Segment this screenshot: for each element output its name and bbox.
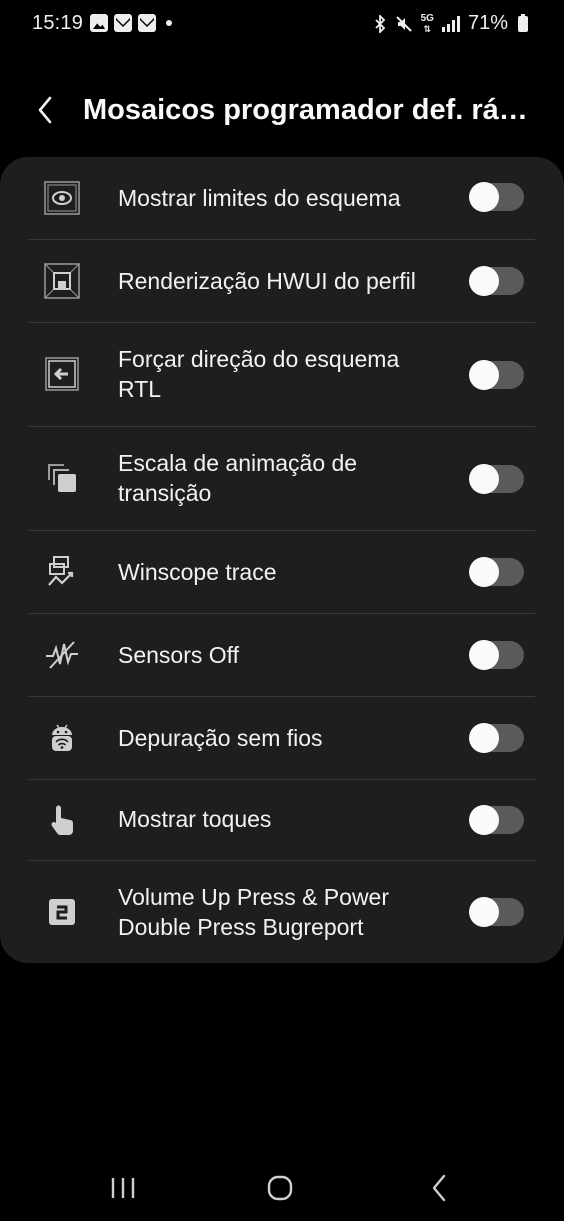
toggle-knob <box>469 266 499 296</box>
home-button[interactable] <box>260 1170 300 1206</box>
gallery-icon <box>90 14 108 32</box>
chevron-left-icon <box>38 96 52 124</box>
rtl-layout-icon <box>44 356 80 392</box>
toggle-knob <box>469 557 499 587</box>
dot-icon <box>166 20 172 26</box>
nav-back-button[interactable] <box>418 1170 458 1206</box>
toggle-knob <box>469 360 499 390</box>
home-icon <box>267 1175 293 1201</box>
toggle-switch[interactable] <box>469 897 524 927</box>
status-time: 15:19 <box>32 12 84 34</box>
winscope-icon <box>44 554 80 590</box>
notification-icons <box>90 14 172 32</box>
toggle-knob <box>469 723 499 753</box>
setting-row-layout-bounds[interactable]: Mostrar limites do esquema <box>0 157 564 239</box>
battery-percent: 71% <box>467 12 508 34</box>
settings-list: Mostrar limites do esquema Renderização … <box>0 157 564 963</box>
toggle-switch[interactable] <box>469 182 524 212</box>
toggle-knob <box>469 805 499 835</box>
back-button[interactable] <box>28 90 64 130</box>
wireless-debugging-icon <box>44 720 80 756</box>
setting-label: Winscope trace <box>118 559 277 585</box>
setting-row-sensors-off[interactable]: Sensors Off <box>0 614 564 696</box>
toggle-knob <box>469 464 499 494</box>
setting-row-bugreport[interactable]: Volume Up Press & Power Double Press Bug… <box>0 861 564 963</box>
navigation-bar <box>0 1160 564 1216</box>
toggle-switch[interactable] <box>469 557 524 587</box>
mute-icon <box>395 15 412 32</box>
gpu-profile-icon <box>44 263 80 299</box>
setting-label: Mostrar toques <box>118 806 272 832</box>
setting-label: Escala de animação de transição <box>118 450 358 506</box>
back-icon <box>432 1174 446 1202</box>
animation-scale-icon <box>44 460 80 496</box>
setting-row-show-touches[interactable]: Mostrar toques <box>0 780 564 860</box>
setting-label: Mostrar limites do esquema <box>118 185 401 211</box>
setting-row-wireless-debugging[interactable]: Depuração sem fios <box>0 697 564 779</box>
page-title: Mosaicos programador def. rá… <box>83 94 528 126</box>
recents-button[interactable] <box>103 1170 143 1206</box>
mail-icon <box>138 14 156 32</box>
setting-row-hwui-profile[interactable]: Renderização HWUI do perfil <box>0 240 564 322</box>
recents-icon <box>111 1178 135 1198</box>
toggle-knob <box>469 182 499 212</box>
battery-icon <box>518 13 528 32</box>
toggle-switch[interactable] <box>469 464 524 494</box>
signal-icon <box>441 15 460 32</box>
setting-label: Volume Up Press & Power Double Press Bug… <box>118 884 390 940</box>
toggle-switch[interactable] <box>469 266 524 296</box>
toggle-switch[interactable] <box>469 723 524 753</box>
setting-label: Depuração sem fios <box>118 725 323 751</box>
setting-label: Sensors Off <box>118 642 240 668</box>
setting-label: Renderização HWUI do perfil <box>118 268 416 294</box>
setting-row-rtl-layout[interactable]: Forçar direção do esquema RTL <box>0 323 564 426</box>
toggle-knob <box>469 640 499 670</box>
sensors-off-icon <box>44 637 80 673</box>
toggle-switch[interactable] <box>469 360 524 390</box>
layout-bounds-icon <box>44 180 80 216</box>
toggle-switch[interactable] <box>469 805 524 835</box>
bluetooth-icon <box>374 14 385 33</box>
setting-label: Forçar direção do esquema RTL <box>118 346 400 402</box>
network-type: 5G <box>420 12 434 24</box>
system-icons: 5G ⇅ 71% <box>373 12 528 35</box>
setting-row-winscope-trace[interactable]: Winscope trace <box>0 531 564 613</box>
app-bar: Mosaicos programador def. rá… <box>0 84 564 136</box>
status-bar: 15:19 5G ⇅ 71% <box>0 0 564 48</box>
toggle-knob <box>469 897 499 927</box>
setting-row-transition-animation[interactable]: Escala de animação de transição <box>0 427 564 530</box>
mail-icon <box>114 14 132 32</box>
toggle-switch[interactable] <box>469 640 524 670</box>
bugreport-icon <box>44 894 80 930</box>
5g-icon: 5G ⇅ <box>420 12 434 34</box>
touch-icon <box>44 802 80 838</box>
